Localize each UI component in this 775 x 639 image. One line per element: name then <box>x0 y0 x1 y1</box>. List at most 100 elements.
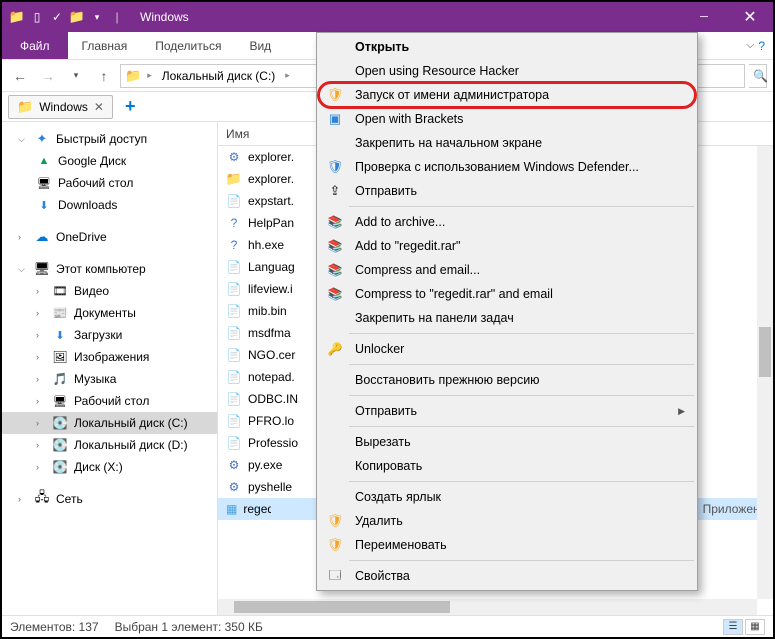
expand-icon[interactable]: › <box>18 232 28 242</box>
onedrive-icon <box>34 229 50 245</box>
drive-icon <box>52 437 68 453</box>
menu-open-resource-hacker[interactable]: Open using Resource Hacker <box>319 59 695 83</box>
menu-separator <box>349 560 694 561</box>
horizontal-scrollbar[interactable] <box>218 599 757 615</box>
help-icon: ? <box>226 215 242 231</box>
chevron-right-icon: ▶ <box>678 406 685 417</box>
tree-network[interactable]: Сеть <box>56 492 83 506</box>
status-bar: Элементов: 137 Выбран 1 элемент: 350 КБ … <box>2 615 773 637</box>
rar-icon <box>325 284 345 304</box>
view-large-button[interactable]: ▦ <box>745 619 765 635</box>
recent-dropdown[interactable]: ▾ <box>64 64 88 88</box>
menu-pin-start[interactable]: Закрепить на начальном экране <box>319 131 695 155</box>
folder-tab-windows[interactable]: Windows ✕ <box>8 95 113 119</box>
menu-separator <box>349 364 694 365</box>
new-tab-button[interactable]: + <box>119 96 142 117</box>
close-button[interactable]: ✕ <box>727 2 773 32</box>
menu-cut[interactable]: Вырезать <box>319 430 695 454</box>
tree-desktop[interactable]: Рабочий стол <box>58 176 133 190</box>
qat-btn-1[interactable]: ▯ <box>28 8 46 26</box>
tab-share[interactable]: Поделиться <box>141 32 235 59</box>
navigation-tree[interactable]: ⌵ Быстрый доступ Google Диск Рабочий стол… <box>2 122 218 615</box>
menu-run-as-admin[interactable]: Запуск от имени администратора <box>319 83 695 107</box>
menu-open[interactable]: Открыть <box>319 35 695 59</box>
status-selection: Выбран 1 элемент: 350 КБ <box>115 620 263 634</box>
regedit-icon: ▦ <box>226 501 237 517</box>
menu-restore[interactable]: Восстановить прежнюю версию <box>319 368 695 392</box>
expand-icon[interactable]: ⌵ <box>18 264 28 275</box>
file-icon <box>226 303 242 319</box>
documents-icon <box>52 305 68 321</box>
vertical-scrollbar[interactable] <box>757 146 773 599</box>
col-name[interactable]: Имя <box>226 127 273 141</box>
tree-img[interactable]: Изображения <box>74 350 149 364</box>
menu-pin-taskbar[interactable]: Закрепить на панели задач <box>319 306 695 330</box>
menu-defender[interactable]: 🛡Проверка с использованием Windows Defen… <box>319 155 695 179</box>
window-controls: ─ ✕ <box>681 2 773 32</box>
back-button[interactable]: ← <box>8 64 32 88</box>
tab-file[interactable]: Файл <box>2 32 68 59</box>
breadcrumb-sep[interactable]: ▸ <box>143 70 156 81</box>
menu-sendto[interactable]: Отправить▶ <box>319 399 695 423</box>
qat-dropdown[interactable]: ▾ <box>88 8 106 26</box>
tree-onedrive[interactable]: OneDrive <box>56 230 107 244</box>
shield-icon <box>325 535 345 555</box>
menu-rename[interactable]: Переименовать <box>319 533 695 557</box>
tree-video[interactable]: Видео <box>74 284 109 298</box>
download-icon <box>52 327 68 343</box>
menu-separator <box>349 395 694 396</box>
menu-sendto-top[interactable]: ⇪Отправить <box>319 179 695 203</box>
title-bar: ▯ ✓ ▾ | Windows ─ ✕ <box>2 2 773 32</box>
close-tab-icon[interactable]: ✕ <box>94 100 104 114</box>
menu-copy[interactable]: Копировать <box>319 454 695 478</box>
expand-icon[interactable]: ⌵ <box>18 134 28 145</box>
rar-icon <box>325 212 345 232</box>
menu-unlocker[interactable]: Unlocker <box>319 337 695 361</box>
drive-icon <box>52 459 68 475</box>
tab-view[interactable]: Вид <box>235 32 285 59</box>
pc-icon <box>34 261 50 277</box>
music-icon <box>52 371 68 387</box>
share-icon: ⇪ <box>325 181 345 201</box>
search-box[interactable]: 🔍 <box>749 64 767 88</box>
scrollbar-thumb[interactable] <box>234 601 450 613</box>
rar-icon <box>325 236 345 256</box>
tree-thispc[interactable]: Этот компьютер <box>56 262 146 276</box>
up-button[interactable]: ↑ <box>92 64 116 88</box>
properties-icon <box>325 566 345 586</box>
help-icon[interactable]: ? <box>758 39 765 53</box>
scrollbar-thumb[interactable] <box>759 327 771 377</box>
tree-quick-access[interactable]: Быстрый доступ <box>56 132 147 146</box>
menu-open-brackets[interactable]: ▣Open with Brackets <box>319 107 695 131</box>
tree-dl[interactable]: Загрузки <box>74 328 122 342</box>
exe-icon <box>226 479 242 495</box>
menu-separator <box>349 481 694 482</box>
menu-compress-email[interactable]: Compress and email... <box>319 258 695 282</box>
file-icon <box>226 325 242 341</box>
qat-btn-2[interactable]: ✓ <box>48 8 66 26</box>
tree-music[interactable]: Музыка <box>74 372 116 386</box>
view-details-button[interactable]: ☰ <box>723 619 743 635</box>
forward-button[interactable]: → <box>36 64 60 88</box>
folder-icon <box>226 171 242 187</box>
menu-add-archive[interactable]: Add to archive... <box>319 210 695 234</box>
menu-delete[interactable]: Удалить <box>319 509 695 533</box>
menu-shortcut[interactable]: Создать ярлык <box>319 485 695 509</box>
menu-add-rar[interactable]: Add to "regedit.rar" <box>319 234 695 258</box>
file-icon <box>226 259 242 275</box>
tree-docs[interactable]: Документы <box>74 306 136 320</box>
tree-downloads[interactable]: Downloads <box>58 198 117 212</box>
menu-properties[interactable]: Свойства <box>319 564 695 588</box>
tab-home[interactable]: Главная <box>68 32 142 59</box>
breadcrumb-sep[interactable]: ▸ <box>281 70 294 81</box>
tree-gdrive[interactable]: Google Диск <box>58 154 126 168</box>
breadcrumb-drive[interactable]: Локальный диск (C:) <box>158 69 280 83</box>
ribbon-expand-icon[interactable]: ⌵ <box>746 39 754 52</box>
tree-drived[interactable]: Локальный диск (D:) <box>74 438 188 452</box>
tree-drivex[interactable]: Диск (X:) <box>74 460 123 474</box>
tree-desk2[interactable]: Рабочий стол <box>74 394 149 408</box>
minimize-button[interactable]: ─ <box>681 2 727 32</box>
menu-compress-rar-email[interactable]: Compress to "regedit.rar" and email <box>319 282 695 306</box>
tree-drivec[interactable]: Локальный диск (C:) <box>74 416 188 430</box>
file-icon <box>226 435 242 451</box>
